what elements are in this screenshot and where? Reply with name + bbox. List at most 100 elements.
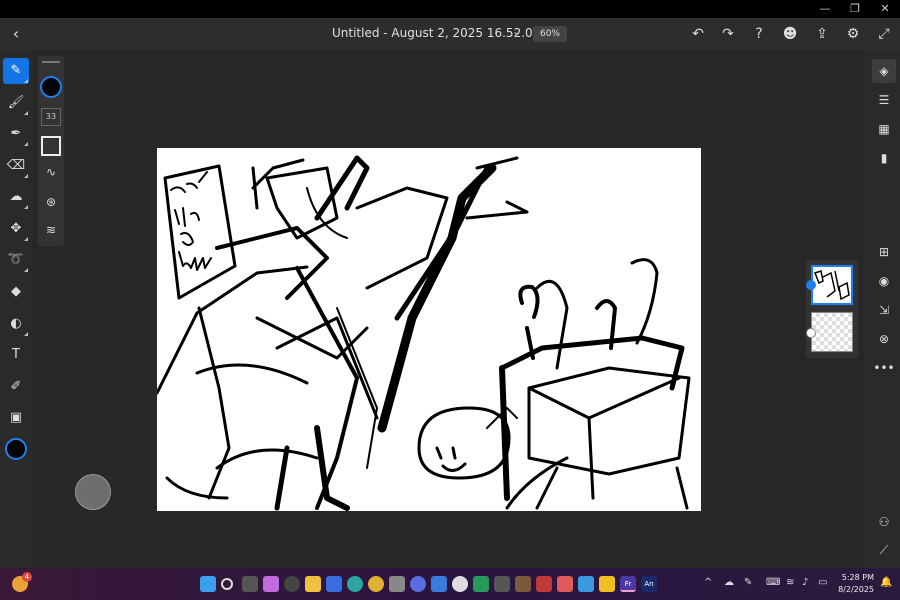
smudge-icon: ☁ — [9, 189, 23, 204]
brush-icon: ✎ — [10, 63, 22, 78]
app-icon-1[interactable] — [263, 576, 279, 592]
layer-type-badge — [806, 328, 816, 338]
paint-bucket-icon: ◆ — [11, 284, 21, 299]
fill-tool[interactable]: ◆ — [3, 279, 29, 305]
color-picker[interactable] — [5, 438, 27, 460]
app-icon-7[interactable] — [494, 576, 510, 592]
eyedropper-tool[interactable]: ✐ — [3, 374, 29, 400]
chevron-down-icon[interactable]: ⌄ — [512, 24, 522, 38]
app-icon-4[interactable] — [431, 576, 447, 592]
file-explorer-icon[interactable] — [305, 576, 321, 592]
zoom-level[interactable]: 60% — [533, 26, 567, 42]
brush-color-swatch[interactable] — [40, 76, 62, 98]
grid-icon[interactable]: ▦ — [872, 117, 896, 141]
restore-button[interactable]: ❐ — [840, 0, 870, 18]
fullscreen-button[interactable]: ⤢ — [874, 24, 894, 44]
lasso-tool[interactable]: ➰ — [3, 247, 29, 273]
quick-action-button[interactable] — [75, 474, 111, 510]
smoothing-icon[interactable]: ∿ — [41, 162, 61, 182]
add-layer-icon[interactable]: ⊞ — [872, 240, 896, 264]
layer-thumbnail-empty[interactable] — [811, 312, 853, 352]
app-icon-12[interactable] — [599, 576, 615, 592]
app-icon-3[interactable] — [389, 576, 405, 592]
search-icon[interactable] — [221, 578, 233, 590]
battery-icon[interactable]: ▭ — [818, 577, 827, 588]
live-brush-tool[interactable]: 🖌 — [3, 90, 29, 116]
back-button[interactable]: ‹ — [6, 22, 26, 46]
layers-icon[interactable]: ◈ — [872, 59, 896, 83]
brush-settings-icon[interactable]: ≋ — [41, 220, 61, 240]
eyedropper-icon: ✐ — [10, 379, 22, 394]
app-icon-6[interactable] — [473, 576, 489, 592]
image-tool[interactable]: ▣ — [3, 405, 29, 431]
layer-properties-icon[interactable]: ☰ — [872, 88, 896, 112]
discord-icon[interactable] — [410, 576, 426, 592]
taskbar-clock[interactable]: 5:28 PM 8/2/2025 — [838, 572, 874, 596]
fresco-taskbar-icon[interactable]: Fr — [620, 576, 636, 592]
settings-button[interactable]: ⚙ — [843, 24, 863, 44]
undo-button[interactable]: ↶ — [688, 24, 708, 44]
edge-icon[interactable] — [347, 576, 363, 592]
right-toolbar: ◈ ☰ ▦ ▮ ⊞ ◉ ⇲ ⊗ ••• ⚇ ⟋ — [868, 50, 900, 568]
shapes-icon: ◐ — [10, 316, 22, 331]
task-view-icon[interactable] — [242, 576, 258, 592]
notification-count-badge: 4 — [22, 572, 32, 582]
ruler-icon[interactable]: ⟋ — [872, 538, 896, 562]
help-button[interactable]: ? — [749, 24, 769, 44]
system-title-bar: — ❐ ✕ — [0, 0, 900, 18]
tray-overflow-icon[interactable]: ^ — [704, 577, 712, 588]
layer-preview — [814, 270, 850, 301]
wifi-icon[interactable]: ≋ — [786, 577, 794, 588]
animate-taskbar-icon[interactable]: An — [641, 576, 657, 592]
tray-cloud-icon[interactable]: ☁ — [724, 577, 734, 588]
layer-thumbnail-sketch[interactable] — [811, 265, 853, 305]
adjust-icon[interactable]: ⚇ — [872, 510, 896, 534]
text-tool[interactable]: T — [3, 342, 29, 368]
pixel-brush-tool[interactable]: ✎ — [3, 58, 29, 84]
text-icon: T — [12, 347, 20, 362]
app-icon-10[interactable] — [557, 576, 573, 592]
drawing-canvas[interactable] — [157, 148, 701, 511]
brush-size-field[interactable]: 33 — [41, 108, 61, 126]
close-button[interactable]: ✕ — [870, 0, 900, 18]
brush-shape-swatch[interactable] — [41, 136, 61, 156]
app-icon-2[interactable] — [284, 576, 300, 592]
app-icon-9[interactable] — [536, 576, 552, 592]
panel-drag-handle[interactable] — [42, 61, 60, 63]
tool-options-panel: 33 ∿ ⊛ ≋ — [38, 56, 64, 246]
eraser-tool[interactable]: ⌫ — [3, 153, 29, 179]
keyboard-icon[interactable]: ⌨ — [766, 577, 780, 588]
layer-selected-badge — [806, 280, 816, 290]
minimize-button[interactable]: — — [810, 0, 840, 18]
import-icon[interactable]: ⇲ — [872, 298, 896, 322]
windows-taskbar: 4 Fr An ^ ☁ ✎ ⌨ ≋ ♪ ▭ 5:28 PM 8/2/2025 🔔 — [0, 568, 900, 600]
pressure-icon[interactable]: ⊛ — [41, 192, 61, 212]
vector-brush-tool[interactable]: ✒ — [3, 121, 29, 147]
clock-date: 8/2/2025 — [838, 585, 874, 594]
store-icon[interactable] — [326, 576, 342, 592]
invite-people-button[interactable]: ☻ — [780, 24, 800, 44]
comments-icon[interactable]: ▮ — [872, 146, 896, 170]
tray-pen-icon[interactable]: ✎ — [744, 577, 752, 588]
chrome-icon[interactable] — [368, 576, 384, 592]
blend-mode-icon[interactable]: ⊗ — [872, 327, 896, 351]
clock-time: 5:28 PM — [841, 573, 874, 582]
move-tool[interactable]: ✥ — [3, 216, 29, 242]
move-icon: ✥ — [10, 221, 22, 236]
left-toolbar: ✎ 🖌 ✒ ⌫ ☁ ✥ ➰ ◆ ◐ T ✐ ▣ — [0, 50, 32, 568]
eraser-icon: ⌫ — [6, 158, 26, 173]
redo-button[interactable]: ↷ — [718, 24, 738, 44]
start-icon[interactable] — [200, 576, 216, 592]
notifications-icon[interactable]: 🔔 — [880, 577, 892, 588]
share-button[interactable]: ⇪ — [812, 24, 832, 44]
app-icon-5[interactable] — [452, 576, 468, 592]
app-icon-11[interactable] — [578, 576, 594, 592]
live-brush-icon: 🖌 — [7, 95, 25, 110]
app-icon-8[interactable] — [515, 576, 531, 592]
smudge-tool[interactable]: ☁ — [3, 184, 29, 210]
visibility-icon[interactable]: ◉ — [872, 269, 896, 293]
volume-icon[interactable]: ♪ — [802, 577, 808, 588]
layers-panel — [806, 260, 858, 358]
more-options-icon[interactable]: ••• — [872, 356, 896, 380]
shapes-tool[interactable]: ◐ — [3, 311, 29, 337]
